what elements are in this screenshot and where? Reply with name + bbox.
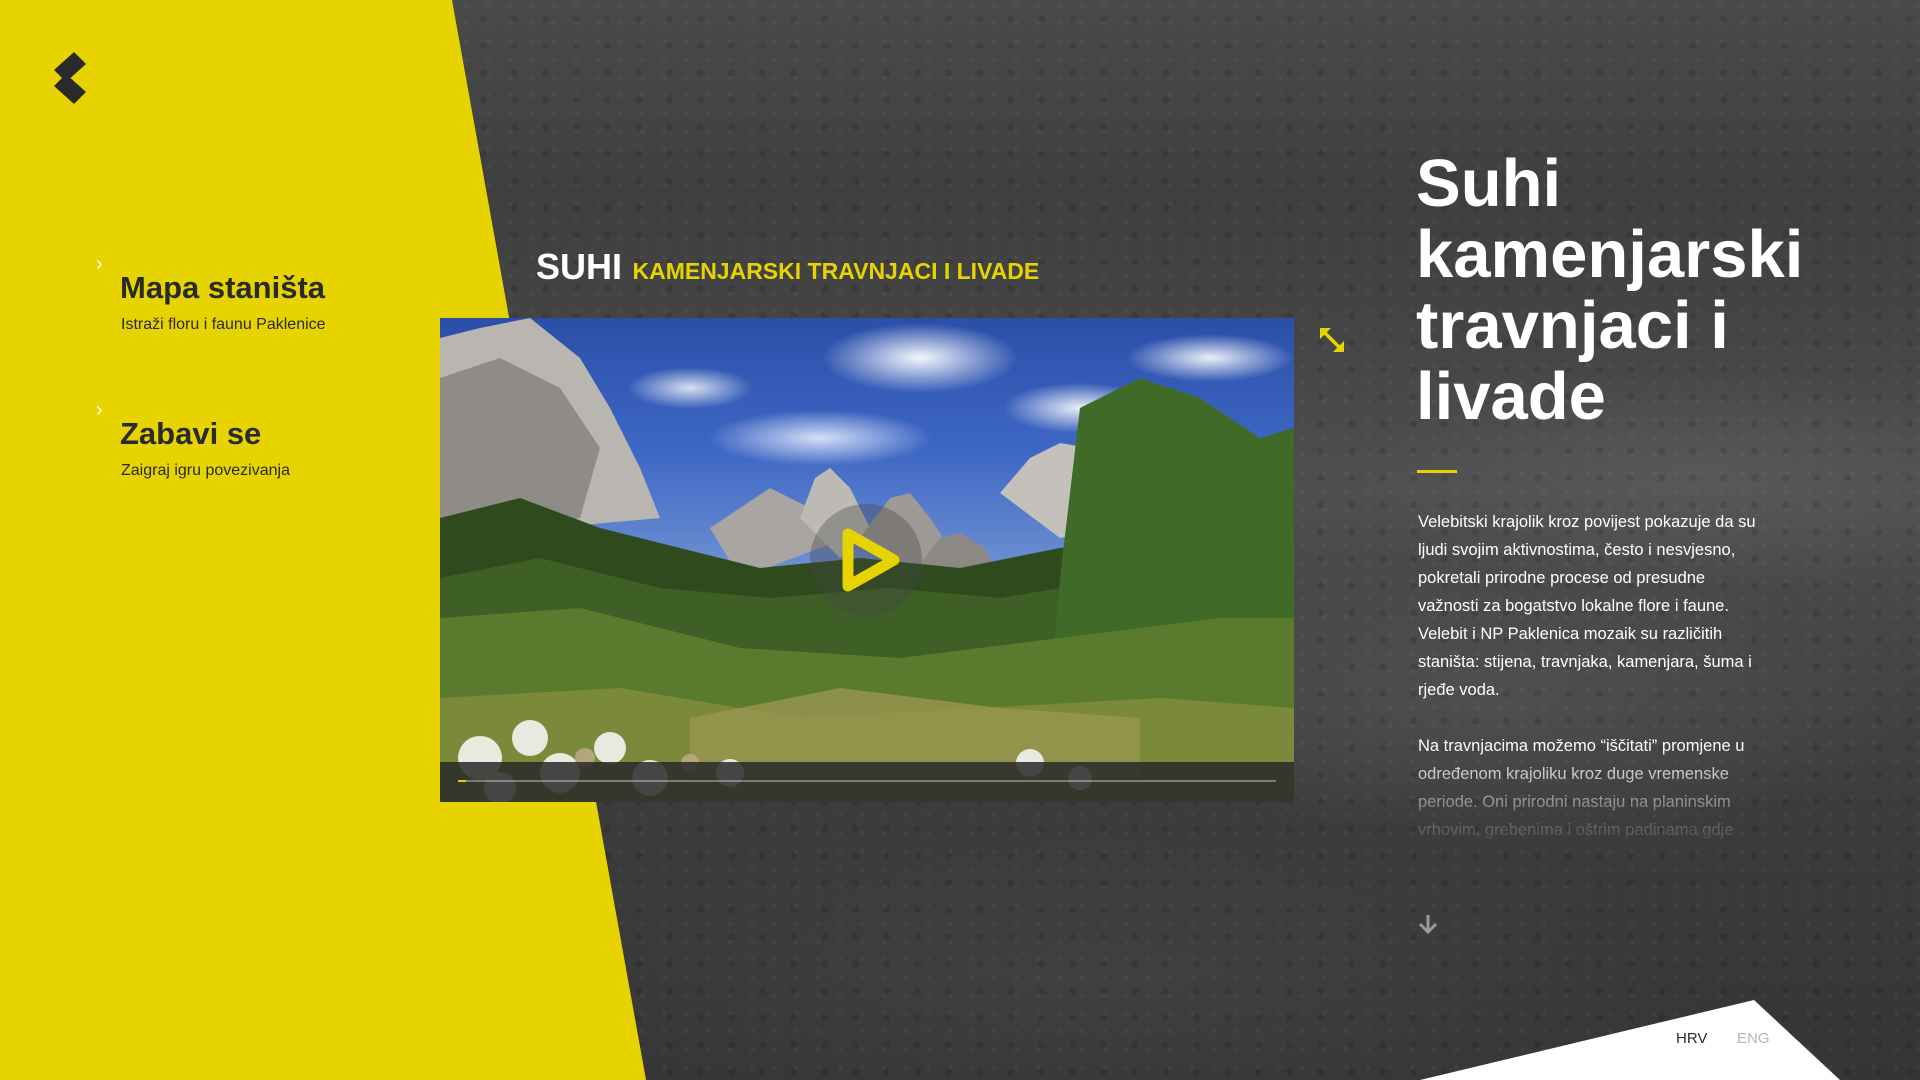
nav-item-title: Mapa staništa (120, 270, 326, 305)
nav-item-play-game[interactable]: › Zabavi se Zaigraj igru povezivanja (96, 400, 396, 490)
video-player[interactable] (440, 318, 1294, 802)
article-body[interactable]: Velebitski krajolik kroz povijest pokazu… (1418, 508, 1768, 888)
video-controls (440, 762, 1294, 802)
article-paragraph: Na travnjacima možemo “iščitati” promjen… (1418, 737, 1745, 888)
language-option-hrv[interactable]: HRV (1676, 1030, 1707, 1047)
play-button[interactable] (810, 504, 922, 616)
chevron-right-icon: › (96, 253, 103, 275)
video-progress-fill (458, 780, 467, 782)
play-icon (842, 528, 900, 592)
video-heading-main: SUHI (536, 246, 623, 287)
video-progress-track[interactable] (458, 780, 1276, 782)
chevron-right-icon: › (96, 399, 103, 421)
expand-icon[interactable] (1318, 326, 1346, 354)
title-accent-divider (1417, 470, 1457, 473)
language-option-eng[interactable]: ENG (1737, 1030, 1770, 1047)
nav-item-subtitle: Zaigraj igru povezivanja (121, 462, 290, 479)
nav-item-subtitle: Istraži floru i faunu Paklenice (121, 316, 326, 333)
video-heading-sub: KAMENJARSKI TRAVNJACI I LIVADE (632, 258, 1040, 284)
article-paragraph: Velebitski krajolik kroz povijest pokazu… (1418, 513, 1756, 699)
nav-item-title: Zabavi se (120, 416, 262, 451)
arrow-down-icon[interactable] (1416, 912, 1440, 936)
paklenica-logo-icon[interactable] (52, 52, 92, 104)
page: › Mapa staništa Istraži floru i faunu Pa… (0, 0, 1920, 1080)
article-title: Suhi kamenjarski travnjaci i livade (1416, 146, 1804, 434)
video-heading: SUHI KAMENJARSKI TRAVNJACI I LIVADE (536, 246, 1039, 288)
nav-item-habitat-map[interactable]: › Mapa staništa Istraži floru i faunu Pa… (96, 254, 396, 344)
